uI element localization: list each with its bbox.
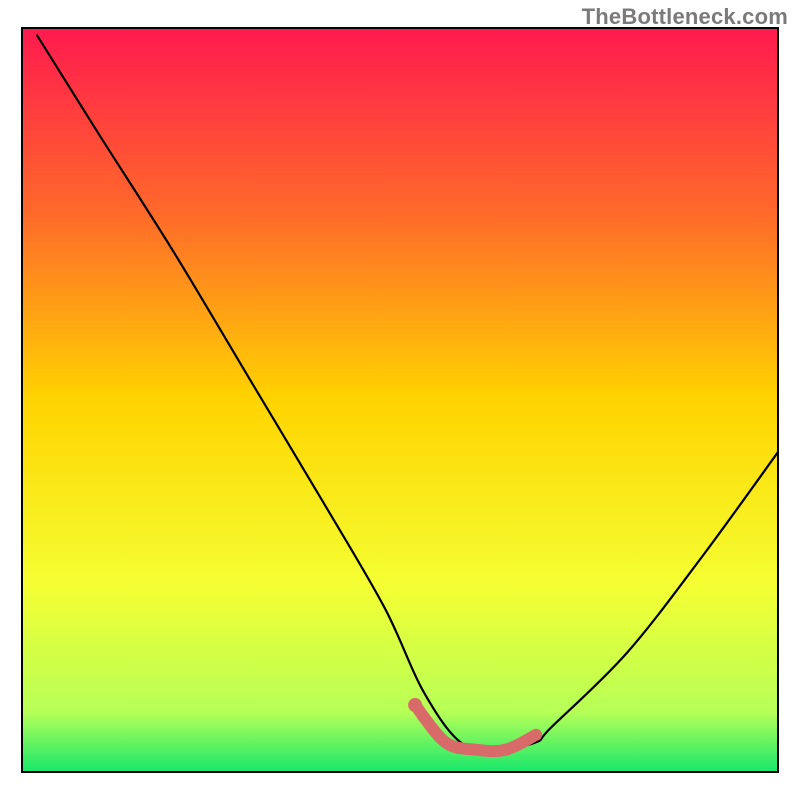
bottleneck-chart	[0, 0, 800, 800]
plot-background	[22, 28, 778, 772]
optimal-range-start-dot	[408, 698, 422, 712]
plot-area	[22, 28, 778, 772]
watermark-text: TheBottleneck.com	[582, 4, 788, 30]
chart-frame: TheBottleneck.com	[0, 0, 800, 800]
